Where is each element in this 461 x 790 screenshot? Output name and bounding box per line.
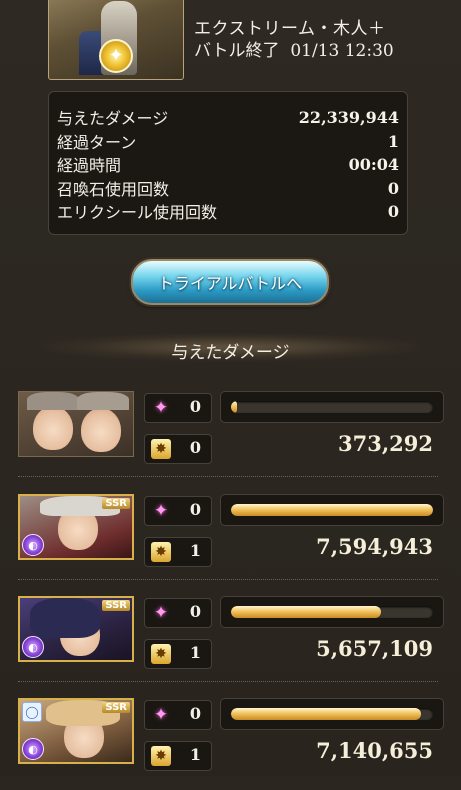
charge-attack-icon: ✸ [151,746,171,766]
battle-end-label: バトル終了 [194,41,280,61]
stat-label: 経過時間 [57,156,122,175]
battle-end-time: 01/13 12:30 [290,41,394,61]
dark-element-icon: ◐ [22,738,44,760]
ca-count: 0 [189,438,201,457]
skill-sparkle-icon: ✦ [153,501,169,521]
ssr-badge: SSR [102,600,130,611]
row-divider [18,681,438,682]
damage-section-title: 与えたダメージ [171,343,290,363]
damage-value: 373,292 [338,431,433,456]
damage-value: 7,140,655 [316,738,433,763]
dark-element-icon: ◐ [22,636,44,658]
dark-element-icon: ◐ [22,534,44,556]
damage-bar [220,698,444,730]
character-portrait[interactable] [18,391,134,457]
ca-count-box: ✸ 0 [144,434,212,464]
stat-value: 0 [387,201,399,221]
damage-bar [220,391,444,423]
row-divider [18,476,438,477]
battle-end-line: バトル終了 01/13 12:30 [194,36,394,61]
boss-portrait: ✦ [48,0,184,80]
skill-sparkle-icon: ✦ [153,398,169,418]
ca-count: 1 [189,643,201,662]
character-row: ✦ 0 ✸ 0 373,292 [0,391,461,483]
ca-count: 1 [189,745,201,764]
stat-label: 召喚石使用回数 [57,180,170,199]
skill-count: 0 [189,704,201,723]
trial-battle-button[interactable]: トライアルバトルへ [131,259,329,305]
wolf-hood-shape [77,392,129,410]
damage-bar [220,596,444,628]
ca-count-box: ✸ 1 [144,741,212,771]
stat-row-elixir: エリクシール使用回数 0 [57,200,399,223]
wolf-hood-shape [27,392,79,410]
character-portrait[interactable]: SSR ◯ ◐ [18,698,134,764]
skill-count-box: ✦ 0 [144,598,212,628]
character-row: SSR ◐ ✦ 0 ✸ 1 5,657,109 [0,596,461,688]
battle-result-page: ✦ エクストリーム・木人＋ バトル終了 01/13 12:30 与えたダメージ … [0,0,461,776]
damage-bar-track [231,606,433,618]
charge-attack-icon: ✸ [151,439,171,459]
skill-count-box: ✦ 0 [144,496,212,526]
damage-value: 7,594,943 [316,534,433,559]
light-element-icon: ✦ [99,39,133,73]
character-row: SSR ◯ ◐ ✦ 0 ✸ 1 7,140,655 [0,698,461,790]
stat-value: 0 [387,178,399,198]
skill-count-box: ✦ 0 [144,393,212,423]
stat-row-time: 経過時間 00:04 [57,153,399,176]
character-row: SSR ◐ ✦ 0 ✸ 1 7,594,943 [0,494,461,586]
damage-bar-track [231,708,433,720]
skill-sparkle-icon: ✦ [153,705,169,725]
ca-count-box: ✸ 1 [144,537,212,567]
stat-label: 与えたダメージ [57,109,169,128]
charge-attack-icon: ✸ [151,644,171,664]
damage-bar-track [231,504,433,516]
stat-value: 00:04 [348,154,399,174]
ca-count: 1 [189,541,201,560]
stat-row-turns: 経過ターン 1 [57,130,399,153]
damage-bar-fill [231,401,237,413]
damage-bar-fill [231,504,433,516]
skill-count: 0 [189,602,201,621]
damage-value: 5,657,109 [316,636,433,661]
charge-attack-icon: ✸ [151,542,171,562]
damage-bar-track [231,401,433,413]
damage-bar-fill [231,708,421,720]
stat-value: 22,339,944 [298,107,399,127]
ca-count-box: ✸ 1 [144,639,212,669]
stats-panel: 与えたダメージ 22,339,944 経過ターン 1 経過時間 00:04 召喚… [48,91,408,235]
character-face [33,406,73,450]
stat-row-summon: 召喚石使用回数 0 [57,177,399,200]
skill-count: 0 [189,397,201,416]
character-portrait[interactable]: SSR ◐ [18,494,134,560]
stat-label: 経過ターン [57,133,137,152]
ssr-badge: SSR [102,498,130,509]
hair-shape [30,598,100,638]
stat-label: エリクシール使用回数 [57,203,218,222]
stat-row-damage: 与えたダメージ 22,339,944 [57,106,399,129]
skill-count: 0 [189,500,201,519]
character-face [81,408,121,452]
damage-bar [220,494,444,526]
stat-value: 1 [387,131,399,151]
skill-count-box: ✦ 0 [144,700,212,730]
damage-bar-fill [231,606,382,618]
ssr-badge: SSR [102,702,130,713]
row-divider [18,579,438,580]
ring-icon: ◯ [22,702,42,722]
skill-sparkle-icon: ✦ [153,603,169,623]
character-portrait[interactable]: SSR ◐ [18,596,134,662]
